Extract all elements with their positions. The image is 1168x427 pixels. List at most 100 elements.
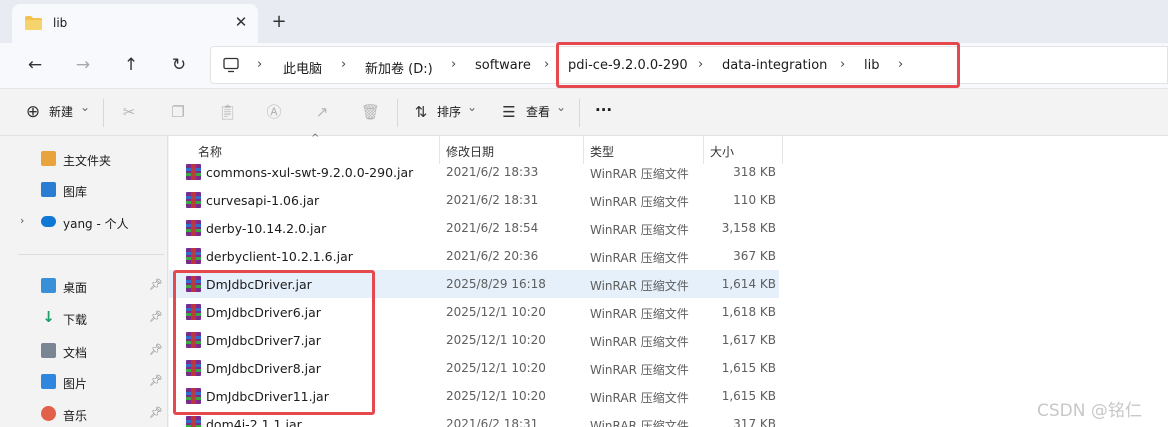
sidebar-item-downloads[interactable]: ↓ 下载 📌︎ bbox=[0, 304, 168, 330]
sidebar-item-music[interactable]: 音乐 📌︎ bbox=[0, 400, 168, 426]
rename-icon[interactable]: Ⓐ bbox=[265, 103, 283, 121]
sidebar-item-label: yang - 个人 bbox=[63, 217, 129, 231]
breadcrumb-software[interactable]: software bbox=[475, 58, 531, 73]
address-highlight-box bbox=[556, 42, 960, 88]
sort-button[interactable]: 排序 bbox=[437, 103, 461, 120]
file-type: WinRAR 压缩文件 bbox=[590, 363, 689, 377]
refresh-icon[interactable]: ↻ bbox=[165, 52, 193, 80]
back-icon[interactable]: ← bbox=[21, 52, 49, 80]
tab-lib[interactable]: lib ✕ bbox=[12, 4, 258, 43]
file-size: 1,615 KB bbox=[721, 389, 776, 403]
file-type: WinRAR 压缩文件 bbox=[590, 335, 689, 349]
document-icon bbox=[41, 343, 56, 358]
tab-title: lib bbox=[53, 16, 68, 30]
file-name: commons-xul-swt-9.2.0.0-290.jar bbox=[206, 165, 414, 180]
file-type: WinRAR 压缩文件 bbox=[590, 195, 689, 209]
file-type: WinRAR 压缩文件 bbox=[590, 419, 689, 427]
winrar-archive-icon bbox=[186, 192, 201, 208]
tab-strip: lib ✕ + bbox=[0, 0, 1168, 43]
cut-icon[interactable]: ✂ bbox=[120, 103, 138, 121]
breadcrumb-separator-icon[interactable]: › bbox=[451, 57, 456, 72]
sort-icon: ⇅ bbox=[414, 103, 428, 121]
sidebar-item-home[interactable]: 主文件夹 bbox=[0, 145, 168, 171]
toolbar-divider bbox=[579, 99, 580, 127]
file-date: 2025/12/1 10:20 bbox=[446, 333, 546, 347]
copy-icon[interactable]: ❐ bbox=[169, 103, 187, 121]
breadcrumb-drive-d[interactable]: 新加卷 (D:) bbox=[365, 58, 433, 77]
up-icon[interactable]: ↑ bbox=[117, 52, 145, 80]
file-type: WinRAR 压缩文件 bbox=[590, 391, 689, 405]
file-size: 367 KB bbox=[733, 249, 776, 263]
view-icon: ☰ bbox=[502, 103, 516, 121]
share-icon[interactable]: ↗ bbox=[313, 103, 331, 121]
folder-icon bbox=[25, 16, 42, 30]
file-name: derbyclient-10.2.1.6.jar bbox=[206, 249, 353, 264]
winrar-archive-icon bbox=[186, 164, 201, 180]
breadcrumb-separator-icon[interactable]: › bbox=[341, 57, 346, 72]
computer-icon bbox=[223, 57, 239, 73]
file-size: 3,158 KB bbox=[721, 221, 776, 235]
new-plus-icon: ⊕ bbox=[25, 102, 41, 122]
column-resize-handle[interactable] bbox=[782, 136, 783, 164]
file-type: WinRAR 压缩文件 bbox=[590, 251, 689, 265]
sidebar-item-label: 下载 bbox=[63, 313, 88, 327]
sidebar-item-label: 桌面 bbox=[63, 281, 88, 295]
new-tab-icon[interactable]: + bbox=[268, 12, 290, 34]
sidebar-item-label: 图片 bbox=[63, 377, 88, 391]
winrar-archive-icon bbox=[186, 220, 201, 236]
file-size: 1,617 KB bbox=[721, 333, 776, 347]
watermark: CSDN @铭仁 bbox=[1037, 401, 1142, 421]
pin-icon[interactable]: 📌︎ bbox=[149, 374, 163, 387]
sidebar-divider bbox=[18, 254, 164, 255]
file-date: 2021/6/2 18:31 bbox=[446, 417, 539, 427]
view-dropdown-icon[interactable]: ⌄ bbox=[556, 100, 566, 114]
sidebar-item-gallery[interactable]: 图库 bbox=[0, 176, 168, 202]
breadcrumb-separator-icon[interactable]: › bbox=[544, 57, 549, 72]
file-size: 317 KB bbox=[733, 417, 776, 427]
sidebar-item-pictures[interactable]: 图片 📌︎ bbox=[0, 368, 168, 394]
pin-icon[interactable]: 📌︎ bbox=[149, 278, 163, 291]
files-highlight-box bbox=[173, 270, 375, 415]
onedrive-cloud-icon bbox=[41, 216, 56, 227]
file-date: 2025/8/29 16:18 bbox=[446, 277, 546, 291]
file-date: 2021/6/2 18:33 bbox=[446, 165, 539, 179]
command-bar: ⊕ 新建 ⌄ ✂ ❐ 📋︎ Ⓐ ↗ 🗑︎ ⇅ 排序 ⌄ ☰ 查看 ⌄ ··· bbox=[0, 88, 1168, 136]
pin-icon[interactable]: 📌︎ bbox=[149, 343, 163, 356]
file-row[interactable]: derbyclient-10.2.1.6.jar 2021/6/2 20:36 Wi… bbox=[169, 242, 779, 270]
sidebar-item-label: 音乐 bbox=[63, 409, 88, 423]
sort-dropdown-icon[interactable]: ⌄ bbox=[467, 100, 477, 114]
file-type: WinRAR 压缩文件 bbox=[590, 307, 689, 321]
file-date: 2021/6/2 18:54 bbox=[446, 221, 539, 235]
breadcrumb-this-pc[interactable]: 此电脑 bbox=[283, 58, 322, 77]
file-date: 2025/12/1 10:20 bbox=[446, 389, 546, 403]
file-type: WinRAR 压缩文件 bbox=[590, 279, 689, 293]
sidebar-item-onedrive[interactable]: › yang - 个人 bbox=[0, 208, 168, 234]
view-button[interactable]: 查看 bbox=[526, 103, 550, 120]
new-dropdown-icon[interactable]: ⌄ bbox=[80, 100, 90, 114]
more-options-icon[interactable]: ··· bbox=[595, 101, 612, 119]
pin-icon[interactable]: 📌︎ bbox=[149, 406, 163, 419]
sidebar-item-desktop[interactable]: 桌面 📌︎ bbox=[0, 272, 168, 298]
file-row[interactable]: commons-xul-swt-9.2.0.0-290.jar 2021/6/2 … bbox=[169, 158, 779, 186]
gallery-icon bbox=[41, 182, 56, 197]
download-icon: ↓ bbox=[42, 308, 55, 326]
winrar-archive-icon bbox=[186, 248, 201, 264]
breadcrumb-separator-icon[interactable]: › bbox=[257, 57, 262, 72]
forward-icon[interactable]: → bbox=[69, 52, 97, 80]
delete-icon[interactable]: 🗑︎ bbox=[361, 103, 380, 121]
expand-chevron-icon[interactable]: › bbox=[20, 214, 24, 227]
file-date: 2025/12/1 10:20 bbox=[446, 305, 546, 319]
paste-icon[interactable]: 📋︎ bbox=[218, 103, 237, 121]
sidebar-item-label: 文档 bbox=[63, 346, 88, 360]
file-row[interactable]: derby-10.14.2.0.jar 2021/6/2 18:54 WinRAR … bbox=[169, 214, 779, 242]
file-row[interactable]: curvesapi-1.06.jar 2021/6/2 18:31 WinRAR 压… bbox=[169, 186, 779, 214]
file-name: curvesapi-1.06.jar bbox=[206, 193, 320, 208]
music-icon bbox=[41, 406, 56, 421]
sidebar-item-documents[interactable]: 文档 📌︎ bbox=[0, 337, 168, 363]
close-tab-icon[interactable]: ✕ bbox=[231, 12, 251, 32]
winrar-archive-icon bbox=[186, 416, 201, 427]
toolbar-divider bbox=[397, 99, 398, 127]
pin-icon[interactable]: 📌︎ bbox=[149, 310, 163, 323]
new-button[interactable]: 新建 bbox=[49, 103, 73, 120]
file-name: dom4j-2.1.1.jar bbox=[206, 417, 302, 427]
